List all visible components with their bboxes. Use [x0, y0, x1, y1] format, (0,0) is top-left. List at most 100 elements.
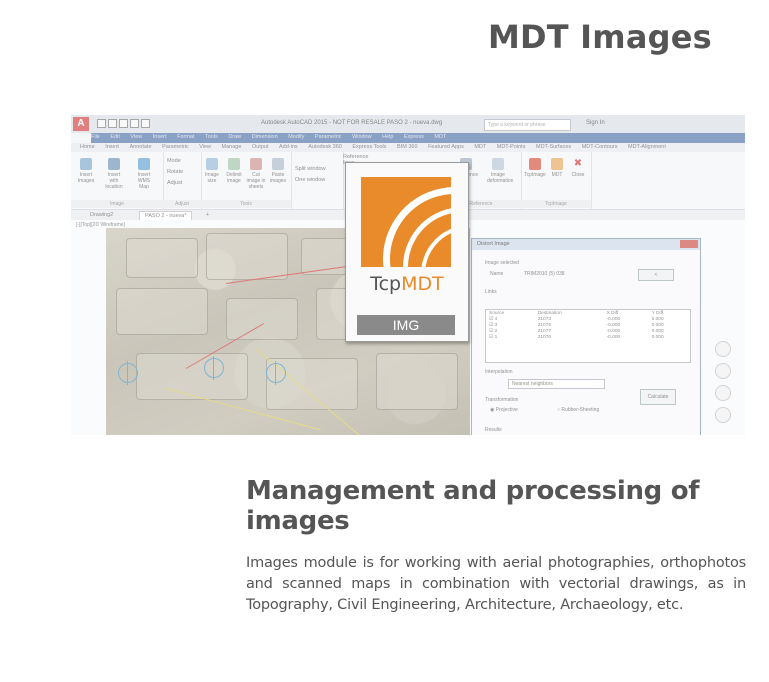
image-size-button[interactable]: Image size	[201, 158, 223, 184]
logo-tag: IMG	[357, 315, 455, 335]
paste-images-button[interactable]: Paste images	[267, 158, 289, 184]
undo-icon[interactable]	[141, 119, 150, 128]
menu-item[interactable]: Express	[404, 134, 424, 140]
image-deformation-button[interactable]: Image deformation	[487, 158, 513, 184]
print-icon[interactable]	[130, 119, 139, 128]
doc-tab-drawing2[interactable]: Drawing2	[85, 211, 118, 220]
menu-item[interactable]: Help	[382, 134, 393, 140]
app-titlebar: A Autodesk AutoCAD 2015 - NOT FOR RESALE…	[71, 115, 745, 133]
search-input[interactable]: Type a keyword or phrase	[484, 119, 571, 131]
paste-icon	[272, 158, 284, 170]
links-table[interactable]: Source Destination X Diff Y Diff ☑ 4 21073 -0…	[485, 309, 691, 363]
menu-item[interactable]: Format	[177, 134, 194, 140]
ribbon-tab[interactable]: Annotate	[130, 144, 152, 150]
group-label: Adjust	[163, 200, 201, 208]
group-label: TcpImage	[521, 200, 591, 208]
ribbon-tab[interactable]: MDT	[474, 144, 486, 150]
stone	[116, 288, 208, 335]
menu-item[interactable]: Window	[352, 134, 372, 140]
rotate-button[interactable]: Rotate	[167, 169, 183, 175]
delimit-icon	[228, 158, 240, 170]
projective-radio[interactable]: ◉ Projective	[490, 407, 518, 413]
pan-icon[interactable]	[715, 363, 731, 379]
menu-item[interactable]: Parametric	[315, 134, 342, 140]
menu-item[interactable]: Insert	[153, 134, 167, 140]
close-icon: ✖	[573, 158, 583, 169]
section-body: Images module is for working with aerial…	[246, 555, 746, 613]
ribbon-tab[interactable]: MDT-Surfaces	[536, 144, 571, 150]
group-label: Tools	[201, 200, 291, 208]
new-tab-button[interactable]: +	[201, 211, 214, 220]
ribbon-tab[interactable]: Autodesk 360	[308, 144, 342, 150]
menu-item[interactable]: Draw	[228, 134, 241, 140]
stone	[376, 353, 458, 410]
close-button[interactable]: ✖ Close	[567, 158, 589, 178]
stone	[226, 298, 298, 340]
save-icon[interactable]	[119, 119, 128, 128]
links-label: Links	[485, 289, 497, 295]
orbit-icon[interactable]	[715, 407, 731, 423]
ribbon-tab[interactable]: BIM 360	[397, 144, 417, 150]
menu-item[interactable]: Dimension	[252, 134, 278, 140]
ribbon-tab[interactable]: MDT-Alignment	[628, 144, 666, 150]
calculate-button[interactable]: Calculate	[640, 389, 676, 405]
ribbon-tab[interactable]: Featured Apps	[428, 144, 464, 150]
mdt-button[interactable]: MDT	[546, 158, 568, 178]
ribbon-tab[interactable]: Parametric	[162, 144, 189, 150]
interpolation-select[interactable]: Nearest neighbors	[508, 379, 605, 389]
cut-image-button[interactable]: Cut image in sheets	[245, 158, 267, 190]
control-point-marker[interactable]	[118, 361, 138, 385]
ribbon-tab[interactable]: MDT-Points	[497, 144, 526, 150]
ribbon-tab[interactable]: View	[199, 144, 211, 150]
ribbon-tab[interactable]: Home	[80, 144, 95, 150]
name-label: Name	[490, 271, 504, 277]
pick-image-button[interactable]: <	[638, 269, 674, 281]
rubber-sheeting-radio[interactable]: ○ Rubber-Sheeting	[557, 407, 599, 413]
insert-with-location-button[interactable]: Insert with location	[103, 158, 125, 190]
split-window-button[interactable]: Split window	[295, 166, 326, 172]
control-point-marker[interactable]	[204, 356, 224, 380]
table-row[interactable]: ☑ 1 21076 -0.000 0.000	[486, 334, 690, 340]
adjust-button[interactable]: Adjust	[167, 180, 182, 186]
ribbon-tab[interactable]: Manage	[222, 144, 242, 150]
ribbon-tab[interactable]: Express Tools	[352, 144, 386, 150]
transformation-label: Transformation	[485, 397, 519, 403]
insert-images-button[interactable]: Insert Images	[75, 158, 97, 184]
ribbon-group-tools: Image size Delimit image Cut image in sh…	[201, 152, 292, 209]
menu-item[interactable]: Tools	[205, 134, 218, 140]
one-window-button[interactable]: One window	[295, 177, 325, 183]
menu-bar: File Edit View Insert Format Tools Draw …	[91, 133, 745, 143]
menu-item[interactable]: Modify	[288, 134, 304, 140]
dialog-close-button[interactable]	[680, 240, 698, 248]
zoom-icon[interactable]	[715, 385, 731, 401]
delimit-image-button[interactable]: Delimit image	[223, 158, 245, 184]
menu-item[interactable]: Edit	[110, 134, 119, 140]
ribbon-tab[interactable]: Output	[252, 144, 269, 150]
control-point-marker[interactable]	[266, 361, 286, 385]
mode-button[interactable]: Mode	[167, 158, 181, 164]
tcpimage-icon	[529, 158, 541, 170]
ribbon-tab[interactable]: MDT-Contours	[582, 144, 618, 150]
tcpmdt-logo-card: TcpMDT IMG	[345, 162, 469, 342]
menu-item[interactable]: View	[130, 134, 142, 140]
deformation-icon	[492, 158, 504, 170]
road-logo-icon	[361, 177, 451, 267]
insert-wms-map-button[interactable]: Insert WMS Map	[133, 158, 155, 190]
ribbon-tab[interactable]: Add-ins	[279, 144, 298, 150]
menu-item[interactable]: MDT	[434, 134, 446, 140]
ribbon-tab[interactable]: Insert	[105, 144, 119, 150]
ribbon-group-tcpimage: TcpImage MDT ✖ Close TcpImage	[521, 152, 592, 209]
signin-link[interactable]: Sign In	[586, 120, 605, 126]
navigation-bar	[703, 335, 743, 429]
tcpimage-button[interactable]: TcpImage	[524, 158, 546, 178]
stone	[206, 233, 288, 280]
ribbon-group-image: Insert Images Insert with location Inser…	[71, 152, 164, 209]
viewcube-icon[interactable]	[715, 341, 731, 357]
open-file-icon[interactable]	[108, 119, 117, 128]
new-file-icon[interactable]	[97, 119, 106, 128]
results-label: Results	[485, 427, 502, 433]
location-icon	[108, 158, 120, 170]
insert-image-icon	[80, 158, 92, 170]
autocad-logo-icon[interactable]: A	[73, 117, 89, 131]
menu-item[interactable]: File	[91, 134, 100, 140]
